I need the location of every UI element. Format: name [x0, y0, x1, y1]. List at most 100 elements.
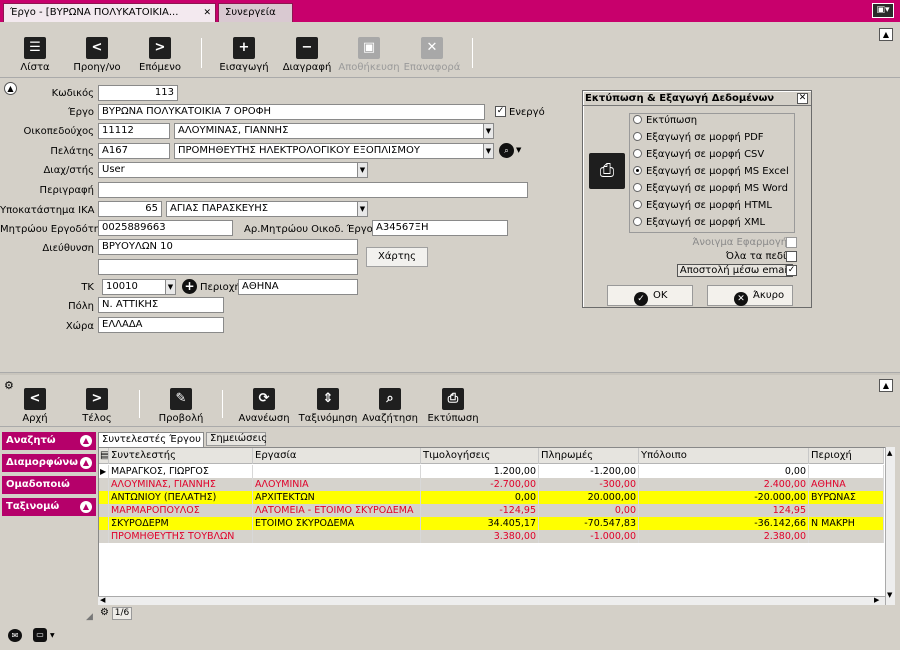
tab-notes[interactable]: Σημειώσεις — [206, 432, 267, 446]
option-excel[interactable]: Εξαγωγή σε μορφή MS Excel — [633, 166, 789, 177]
chevron-down-icon[interactable]: ▼ — [516, 146, 521, 154]
sidebar-item-sort[interactable]: Ταξινομώ ▲ — [2, 498, 96, 516]
table-row[interactable]: ΑΝΤΩΝΙΟΥ (ΠΕΛΑΤΗΣ) ΑΡΧΙΤΕΚΤΩΝ 0,00 20.000,0… — [99, 491, 884, 504]
chevron-down-icon[interactable]: ▼ — [357, 202, 367, 216]
radio-html[interactable] — [633, 200, 642, 209]
column-header[interactable]: Υπόλοιπο — [639, 448, 809, 464]
search-icon[interactable]: ⌕ — [499, 143, 514, 158]
resize-grip-icon[interactable]: ◢ — [86, 612, 93, 622]
radio-pdf[interactable] — [633, 132, 642, 141]
search-button[interactable]: ⌕ Αναζήτηση — [362, 388, 418, 424]
ika-name-select[interactable]: ΑΓΙΑΣ ΠΑΡΑΣΚΕΥΗΣ ▼ — [166, 201, 368, 217]
gear-icon[interactable]: ⚙ — [4, 379, 14, 392]
radio-print[interactable] — [633, 115, 642, 124]
address2-field[interactable] — [98, 259, 358, 275]
next-button[interactable]: > Επόμενο — [132, 37, 188, 73]
insert-button[interactable]: + Εισαγωγή — [218, 37, 270, 73]
owner-code-field[interactable]: 11112 — [98, 123, 170, 139]
radio-xml[interactable] — [633, 217, 642, 226]
ok-button[interactable]: ✓ OK — [607, 285, 693, 306]
city-field[interactable]: Ν. ΑΤΤΙΚΗΣ — [98, 297, 224, 313]
sort-button[interactable]: ⇕ Ταξινόμηση — [298, 388, 358, 424]
collapse-up-icon[interactable]: ▲ — [879, 28, 893, 41]
active-checkbox[interactable]: ✓ — [495, 106, 506, 117]
chevron-down-icon[interactable]: ▼ — [357, 163, 367, 177]
sidebar-item-search[interactable]: Αναζητώ ▲ — [2, 432, 96, 450]
delete-button[interactable]: − Διαγραφή — [280, 37, 334, 73]
country-field[interactable]: ΕΛΛΑΔΑ — [98, 317, 224, 333]
scroll-right-icon[interactable]: ▶ — [874, 596, 879, 604]
refresh-button[interactable]: ⟳ Ανανέωση — [238, 388, 290, 424]
option-word[interactable]: Εξαγωγή σε μορφή MS Word — [633, 183, 788, 194]
map-button[interactable]: Χάρτης — [366, 247, 428, 267]
chevron-down-icon[interactable]: ▼ — [483, 144, 493, 158]
zip-select[interactable]: 10010 ▼ — [102, 279, 176, 295]
option-html[interactable]: Εξαγωγή σε μορφή HTML — [633, 200, 772, 211]
address-field[interactable]: ΒΡΥΟΥΛΩΝ 10 — [98, 239, 358, 255]
tab-contributors[interactable]: Συντελεστές Έργου — [98, 432, 204, 447]
table-row[interactable]: ΠΡΟΜΗΘΕΥΤΗΣ ΤΟΥΒΛΩΝ 3.380,00 -1.000,00 2.38… — [99, 530, 884, 543]
window-menu-icon[interactable]: ▣▾ — [872, 3, 894, 18]
area-field[interactable]: ΑΘΗΝΑ — [238, 279, 358, 295]
scroll-up-icon[interactable]: ▲ — [887, 449, 892, 457]
employer-field[interactable]: 0025889663 — [98, 220, 233, 236]
sidebar-item-group[interactable]: Ομαδοποιώ — [2, 476, 96, 494]
horizontal-scrollbar[interactable]: ◀ ▶ — [98, 596, 885, 605]
column-header[interactable]: Πληρωμές — [539, 448, 639, 464]
option-print[interactable]: Εκτύπωση — [633, 115, 697, 126]
cancel-button[interactable]: ✕ Άκυρο — [707, 285, 793, 306]
option-pdf[interactable]: Εξαγωγή σε μορφή PDF — [633, 132, 764, 143]
view-button[interactable]: ✎ Προβολή — [157, 388, 205, 424]
scroll-left-icon[interactable]: ◀ — [100, 596, 105, 604]
open-app-checkbox[interactable] — [786, 237, 797, 248]
mail-icon[interactable]: ✉ — [8, 629, 22, 642]
column-header[interactable]: Συντελεστής — [109, 448, 253, 464]
all-fields-checkbox[interactable] — [786, 251, 797, 262]
chevron-down-icon[interactable]: ▼ — [50, 632, 55, 639]
vertical-scrollbar[interactable]: ▲ ▼ — [885, 447, 895, 605]
owner-name-select[interactable]: ΑΛΟΥΜΙΝΑΣ, ΓΙΑΝΝΗΣ ▼ — [174, 123, 494, 139]
option-csv[interactable]: Εξαγωγή σε μορφή CSV — [633, 149, 764, 160]
description-field[interactable] — [98, 182, 528, 198]
folder-icon[interactable]: ▭ — [33, 628, 47, 642]
list-button[interactable]: ☰ Λίστα — [14, 37, 56, 73]
save-button[interactable]: ▣ Αποθήκευση — [338, 37, 400, 73]
project-field[interactable]: ΒΥΡΩΝΑ ΠΟΛΥΚΑΤΟΙΚΙΑ 7 ΟΡΟΦΗ — [98, 104, 485, 120]
column-header[interactable]: Τιμολογήσεις — [421, 448, 539, 464]
chevron-down-icon[interactable]: ▼ — [165, 280, 175, 294]
code-field[interactable]: 113 — [98, 85, 178, 101]
tab-project[interactable]: Έργο - [ΒΥΡΩΝΑ ΠΟΛΥΚΑΤΟΙΚΙΑ... ✕ — [3, 3, 216, 22]
send-email-checkbox[interactable]: ✓ — [786, 265, 797, 276]
tab-crews[interactable]: Συνεργεία — [218, 3, 293, 22]
option-xml[interactable]: Εξαγωγή σε μορφή XML — [633, 217, 765, 228]
table-row[interactable]: ΑΛΟΥΜΙΝΑΣ, ΓΙΑΝΝΗΣ ΑΛΟΥΜΙΝΙΑ -2.700,00 -300… — [99, 478, 884, 491]
column-header[interactable]: Εργασία — [253, 448, 421, 464]
chevron-down-icon[interactable]: ▼ — [483, 124, 493, 138]
last-button[interactable]: > Τέλος — [80, 388, 114, 424]
first-button[interactable]: < Αρχή — [18, 388, 52, 424]
table-row[interactable]: ΜΑΡΜΑΡΟΠΟΥΛΟΣ ΛΑΤΟΜΕΙΑ - ΕΤΟΙΜΟ ΣΚΥΡΟΔΕΜΑ… — [99, 504, 884, 517]
table-row[interactable]: ΣΚΥΡΟΔΕΡΜ ΕΤΟΙΜΟ ΣΚΥΡΟΔΕΜΑ 34.405,17 -70.54… — [99, 517, 884, 530]
collapse-up-icon[interactable]: ▲ — [879, 379, 893, 392]
sidebar-item-format[interactable]: Διαμορφώνω ▲ — [2, 454, 96, 472]
close-icon[interactable]: ✕ — [203, 4, 211, 22]
ika-code-field[interactable]: 65 — [98, 201, 162, 217]
radio-excel[interactable] — [633, 166, 642, 175]
reg-field[interactable]: Α34567ΞΗ — [372, 220, 508, 236]
manager-select[interactable]: User ▼ — [98, 162, 368, 178]
close-icon[interactable]: ✕ — [797, 93, 808, 104]
radio-word[interactable] — [633, 183, 642, 192]
scroll-down-icon[interactable]: ▼ — [887, 591, 892, 599]
gear-icon[interactable]: ⚙ — [100, 607, 109, 618]
add-area-icon[interactable]: + — [182, 279, 197, 294]
print-button[interactable]: ⎙ Εκτύπωση — [426, 388, 480, 424]
client-code-field[interactable]: A167 — [98, 143, 170, 159]
table-row[interactable]: ▶ ΜΑΡΑΓΚΟΣ, ΓΙΩΡΓΟΣ 1.200,00 -1.200,00 0,00 — [99, 465, 884, 478]
client-name-select[interactable]: ΠΡΟΜΗΘΕΥΤΗΣ ΗΛΕΚΤΡΟΛΟΓΙΚΟΥ ΕΞΟΠΛΙΣΜΟΥ ▼ — [174, 143, 494, 159]
radio-csv[interactable] — [633, 149, 642, 158]
column-settings-icon[interactable]: ▤ — [99, 448, 109, 464]
prev-button[interactable]: < Προηγ/νο — [68, 37, 126, 73]
panel-splitter[interactable] — [0, 372, 900, 375]
restore-button[interactable]: ✕ Επαναφορά — [402, 37, 462, 73]
column-header[interactable]: Περιοχή — [809, 448, 884, 464]
